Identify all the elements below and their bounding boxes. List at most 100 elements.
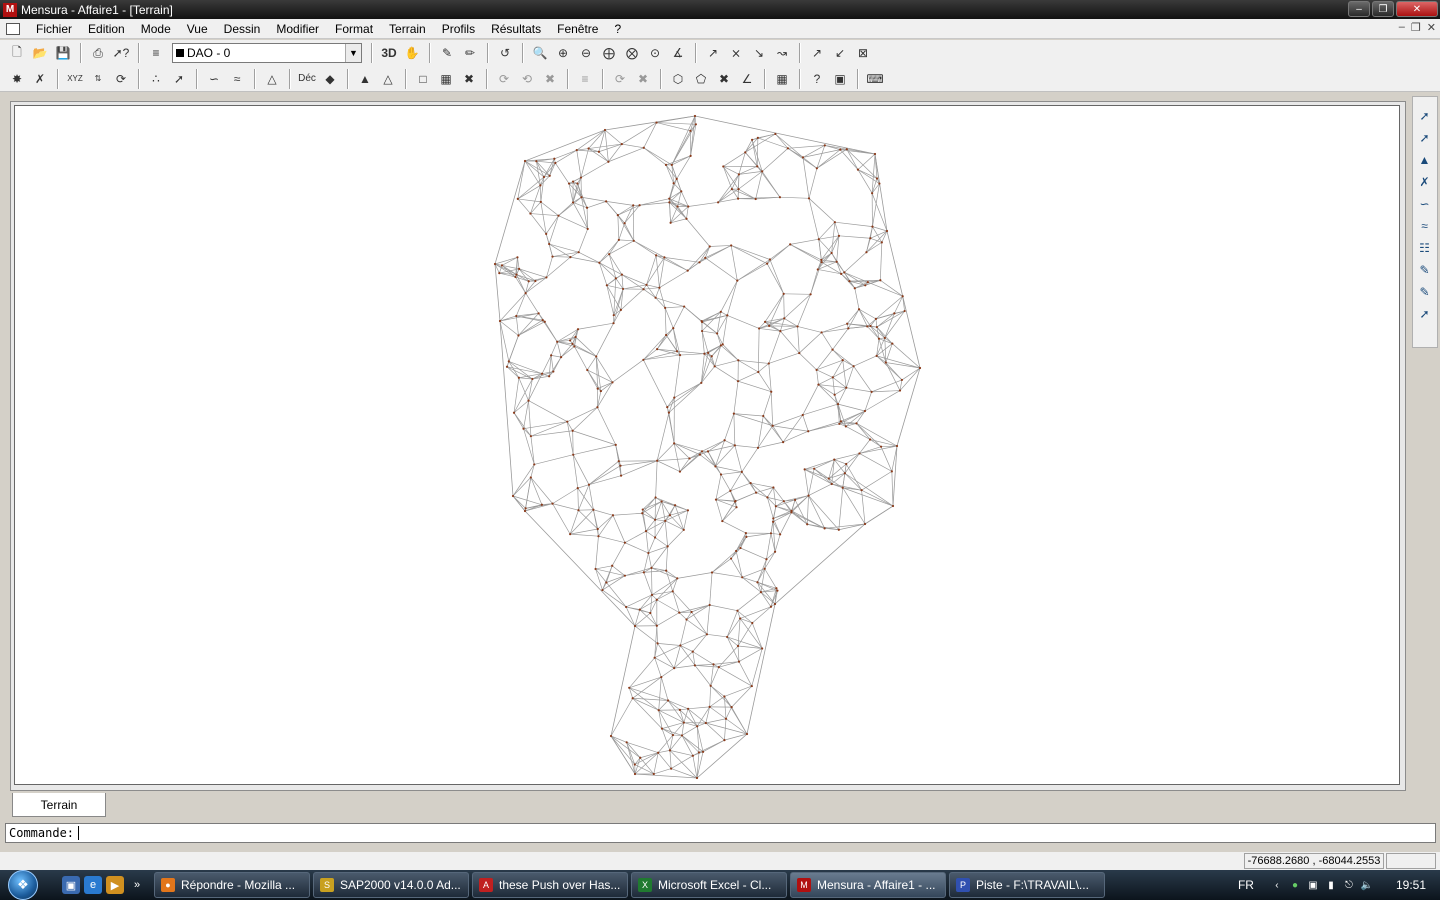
zoom-realtime-icon[interactable]: ⊙ bbox=[644, 42, 666, 64]
close-doc-icon[interactable]: ⊠ bbox=[852, 42, 874, 64]
internet-explorer-icon[interactable]: e bbox=[84, 876, 102, 894]
usb-icon[interactable]: ⎋ bbox=[1342, 878, 1356, 892]
network-icon[interactable]: ▣ bbox=[1306, 878, 1320, 892]
decoupage-button[interactable]: Déc bbox=[296, 68, 318, 90]
scatter-points-icon[interactable]: ∴ bbox=[145, 68, 167, 90]
media-player-icon[interactable]: ▶ bbox=[106, 876, 124, 894]
start-button[interactable]: ❖ bbox=[0, 870, 46, 900]
show-desktop-icon[interactable]: ▣ bbox=[62, 876, 80, 894]
table-icon[interactable]: ▦ bbox=[771, 68, 793, 90]
app-tray-icon[interactable]: ● bbox=[1288, 878, 1302, 892]
task-excel[interactable]: X Microsoft Excel - Cl... bbox=[631, 872, 787, 898]
language-indicator[interactable]: FR bbox=[1238, 878, 1254, 892]
chevron-left-icon[interactable]: ‹ bbox=[1270, 878, 1284, 892]
surface-icon[interactable]: ⬠ bbox=[690, 68, 712, 90]
snap-near-icon[interactable]: ↝ bbox=[771, 42, 793, 64]
points-delete-icon[interactable]: ✗ bbox=[29, 68, 51, 90]
task-pdf[interactable]: Athese Push over Has... bbox=[472, 872, 628, 898]
redraw-icon[interactable]: ↺ bbox=[494, 42, 516, 64]
menu-vue[interactable]: Vue bbox=[179, 22, 216, 36]
volume-icon[interactable]: 🔈 bbox=[1360, 878, 1374, 892]
zoom-previous-icon[interactable]: ⊖ bbox=[575, 42, 597, 64]
menu-terrain[interactable]: Terrain bbox=[381, 22, 434, 36]
clock[interactable]: 19:51 bbox=[1396, 878, 1426, 892]
task-piste[interactable]: P Piste - F:\TRAVAIL\... bbox=[949, 872, 1105, 898]
line-tool-icon[interactable]: ➚ bbox=[1414, 303, 1436, 325]
pan-hand-icon[interactable]: ✋ bbox=[401, 42, 423, 64]
menu-profils[interactable]: Profils bbox=[434, 22, 483, 36]
mdi-restore-button[interactable]: ❐ bbox=[1411, 21, 1421, 34]
menu-dessin[interactable]: Dessin bbox=[216, 22, 269, 36]
profile-tool-1-icon[interactable]: ∽ bbox=[1414, 193, 1436, 215]
menu-help[interactable]: ? bbox=[606, 22, 629, 36]
gray-tool-2-icon[interactable]: ⟲ bbox=[516, 68, 538, 90]
text-edit-icon[interactable]: ✎ bbox=[436, 42, 458, 64]
contour-icon[interactable]: ≈ bbox=[226, 68, 248, 90]
close-button[interactable]: ✕ bbox=[1396, 1, 1438, 17]
new-file-icon[interactable]: 🗋 bbox=[6, 42, 28, 64]
snap-intersection-icon[interactable]: ⨯ bbox=[725, 42, 747, 64]
menu-modifier[interactable]: Modifier bbox=[268, 22, 327, 36]
snap-point-icon[interactable]: ↗ bbox=[702, 42, 724, 64]
restore-button[interactable]: ❐ bbox=[1372, 1, 1394, 17]
task-sap2000[interactable]: S SAP2000 v14.0.0 Ad... bbox=[313, 872, 469, 898]
menu-edition[interactable]: Edition bbox=[80, 22, 133, 36]
mdi-minimize-button[interactable]: – bbox=[1399, 21, 1405, 34]
menu-fenetre[interactable]: Fenêtre bbox=[549, 22, 606, 36]
open-folder-icon[interactable]: 📂 bbox=[29, 42, 51, 64]
line-icon[interactable]: ➚ bbox=[168, 68, 190, 90]
tab-terrain[interactable]: Terrain bbox=[12, 793, 106, 817]
triangulation-icon[interactable]: △ bbox=[261, 68, 283, 90]
chevron-right-icon[interactable]: » bbox=[128, 876, 146, 894]
edit-tool-2-icon[interactable]: ✎ bbox=[1414, 281, 1436, 303]
rotate-point-icon[interactable]: ⟳ bbox=[110, 68, 132, 90]
zoom-in-icon[interactable]: ⨁ bbox=[598, 42, 620, 64]
info-icon[interactable]: ▣ bbox=[829, 68, 851, 90]
xyz-icon[interactable]: XYZ bbox=[64, 68, 86, 90]
properties-icon[interactable]: ⌨ bbox=[864, 68, 886, 90]
mdi-close-button[interactable]: ✕ bbox=[1427, 21, 1436, 34]
task-mensura[interactable]: M Mensura - Affaire1 - ... bbox=[790, 872, 946, 898]
text-style-icon[interactable]: ✏ bbox=[459, 42, 481, 64]
layer-select[interactable]: DAO - 0 ▼ bbox=[172, 43, 362, 63]
snap-end-icon[interactable]: ↘ bbox=[748, 42, 770, 64]
profile-cross-icon[interactable]: △ bbox=[377, 68, 399, 90]
profile-tool-2-icon[interactable]: ≈ bbox=[1414, 215, 1436, 237]
delete-triangle-icon[interactable]: ✖ bbox=[458, 68, 480, 90]
menu-mode[interactable]: Mode bbox=[133, 22, 179, 36]
edit-tool-1-icon[interactable]: ✎ bbox=[1414, 259, 1436, 281]
layers-icon[interactable]: ≡ bbox=[145, 42, 167, 64]
select-mesh-icon[interactable]: ▦ bbox=[435, 68, 457, 90]
points-import-icon[interactable]: ✸ bbox=[6, 68, 28, 90]
drawing-canvas[interactable] bbox=[14, 105, 1400, 785]
axis-tool-2-icon[interactable]: ➚ bbox=[1414, 127, 1436, 149]
gray-tool-1-icon[interactable]: ⟳ bbox=[493, 68, 515, 90]
gray-tool-6-icon[interactable]: ✖ bbox=[632, 68, 654, 90]
profile-long-icon[interactable]: ▲ bbox=[354, 68, 376, 90]
diamond-icon[interactable]: ◆ bbox=[319, 68, 341, 90]
view-3d-button[interactable]: 3D bbox=[378, 42, 400, 64]
print-icon[interactable]: ⎙ bbox=[87, 42, 109, 64]
zoom-extents-icon[interactable]: ⊕ bbox=[552, 42, 574, 64]
select-window-icon[interactable]: □ bbox=[412, 68, 434, 90]
zoom-window-icon[interactable]: 🔍 bbox=[529, 42, 551, 64]
battery-icon[interactable]: ▮ bbox=[1324, 878, 1338, 892]
save-icon[interactable]: 💾 bbox=[52, 42, 74, 64]
grid-tool-icon[interactable]: ☷ bbox=[1414, 237, 1436, 259]
query-icon[interactable]: ? bbox=[806, 68, 828, 90]
import-icon[interactable]: ↙ bbox=[829, 42, 851, 64]
export-icon[interactable]: ↗ bbox=[806, 42, 828, 64]
breakline-icon[interactable]: ∽ bbox=[203, 68, 225, 90]
gray-tool-3-icon[interactable]: ✖ bbox=[539, 68, 561, 90]
xyz-edit-icon[interactable]: ⇅ bbox=[87, 68, 109, 90]
context-help-icon[interactable]: ➚? bbox=[110, 42, 132, 64]
gray-tool-5-icon[interactable]: ⟳ bbox=[609, 68, 631, 90]
measure-icon[interactable]: ∡ bbox=[667, 42, 689, 64]
menu-fichier[interactable]: Fichier bbox=[28, 22, 80, 36]
slope-icon[interactable]: ∠ bbox=[736, 68, 758, 90]
axis-tool-3-icon[interactable]: ▲ bbox=[1414, 149, 1436, 171]
task-firefox[interactable]: ● Répondre - Mozilla ... bbox=[154, 872, 310, 898]
volume-icon[interactable]: ⬡ bbox=[667, 68, 689, 90]
axis-tool-1-icon[interactable]: ➚ bbox=[1414, 105, 1436, 127]
menu-format[interactable]: Format bbox=[327, 22, 381, 36]
